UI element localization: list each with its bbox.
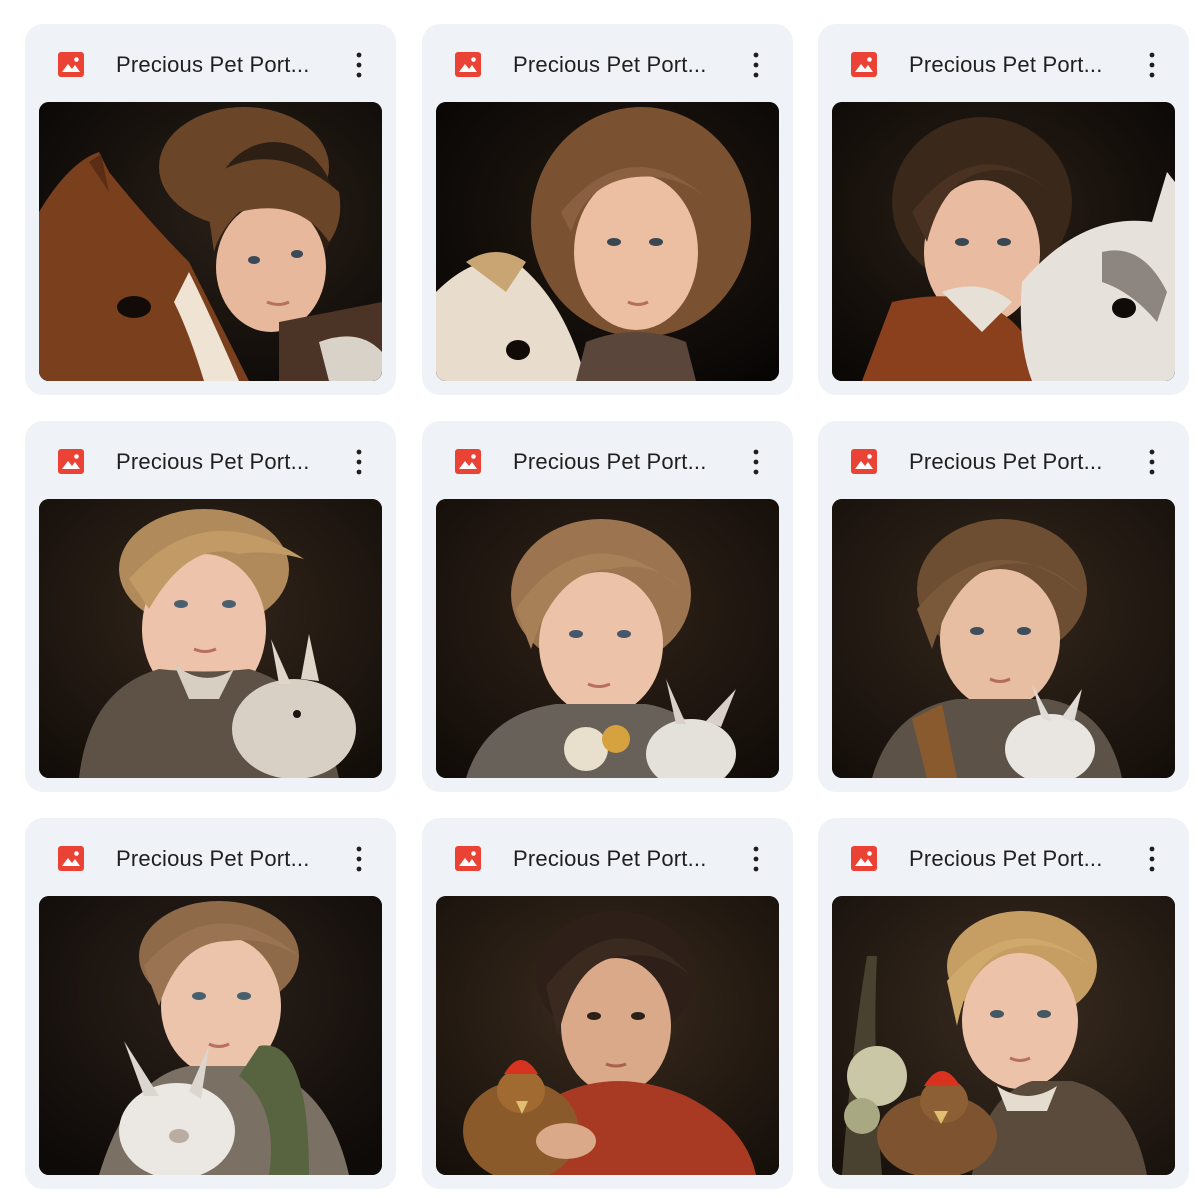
more-vertical-icon	[1149, 449, 1155, 475]
image-thumbnail[interactable]	[832, 896, 1175, 1175]
more-options-button[interactable]	[740, 445, 772, 479]
more-options-button[interactable]	[343, 445, 375, 479]
file-title[interactable]: Precious Pet Port...	[116, 51, 331, 79]
more-vertical-icon	[356, 846, 362, 872]
image-thumbnail[interactable]	[39, 102, 382, 381]
image-file-icon	[455, 52, 481, 77]
portrait-child-rabbit	[832, 499, 1175, 778]
image-file-icon	[58, 52, 84, 77]
portrait-child-pony	[832, 102, 1175, 381]
file-title[interactable]: Precious Pet Port...	[909, 51, 1124, 79]
file-card-header: Precious Pet Port...	[818, 818, 1189, 896]
image-thumbnail[interactable]	[39, 499, 382, 778]
image-thumbnail[interactable]	[436, 499, 779, 778]
more-vertical-icon	[1149, 52, 1155, 78]
portrait-child-rabbit	[39, 896, 382, 1175]
file-title[interactable]: Precious Pet Port...	[116, 845, 331, 873]
more-vertical-icon	[753, 52, 759, 78]
more-options-button[interactable]	[740, 48, 772, 82]
portrait-child-pony	[436, 102, 779, 381]
image-file-icon	[58, 449, 84, 474]
file-card[interactable]: Precious Pet Port...	[818, 818, 1189, 1189]
file-card-header: Precious Pet Port...	[25, 24, 396, 102]
file-card-header: Precious Pet Port...	[422, 421, 793, 499]
file-card[interactable]: Precious Pet Port...	[422, 818, 793, 1189]
file-title[interactable]: Precious Pet Port...	[513, 51, 728, 79]
file-card[interactable]: Precious Pet Port...	[422, 24, 793, 395]
file-title[interactable]: Precious Pet Port...	[513, 448, 728, 476]
image-thumbnail[interactable]	[436, 102, 779, 381]
file-title[interactable]: Precious Pet Port...	[909, 845, 1124, 873]
file-card-header: Precious Pet Port...	[422, 818, 793, 896]
file-card-header: Precious Pet Port...	[818, 24, 1189, 102]
image-file-icon	[851, 846, 877, 871]
portrait-child-pony	[39, 102, 382, 381]
portrait-child-rooster	[436, 896, 779, 1175]
more-vertical-icon	[753, 846, 759, 872]
file-title[interactable]: Precious Pet Port...	[909, 448, 1124, 476]
image-thumbnail[interactable]	[832, 102, 1175, 381]
image-file-icon	[851, 52, 877, 77]
portrait-child-rooster	[832, 896, 1175, 1175]
image-file-icon	[851, 449, 877, 474]
more-vertical-icon	[1149, 846, 1155, 872]
more-vertical-icon	[356, 449, 362, 475]
file-grid: Precious Pet Port... Precious Pet Port..…	[0, 0, 1198, 1198]
more-options-button[interactable]	[740, 842, 772, 876]
image-file-icon	[58, 846, 84, 871]
portrait-child-rabbit	[39, 499, 382, 778]
file-card[interactable]: Precious Pet Port...	[25, 24, 396, 395]
more-options-button[interactable]	[1136, 445, 1168, 479]
more-options-button[interactable]	[1136, 48, 1168, 82]
file-card[interactable]: Precious Pet Port...	[818, 421, 1189, 792]
more-options-button[interactable]	[343, 842, 375, 876]
image-thumbnail[interactable]	[436, 896, 779, 1175]
image-thumbnail[interactable]	[39, 896, 382, 1175]
file-title[interactable]: Precious Pet Port...	[116, 448, 331, 476]
file-card[interactable]: Precious Pet Port...	[818, 24, 1189, 395]
file-card-header: Precious Pet Port...	[25, 421, 396, 499]
file-card-header: Precious Pet Port...	[818, 421, 1189, 499]
more-vertical-icon	[356, 52, 362, 78]
file-card-header: Precious Pet Port...	[25, 818, 396, 896]
file-card-header: Precious Pet Port...	[422, 24, 793, 102]
portrait-child-rabbit	[436, 499, 779, 778]
image-file-icon	[455, 449, 481, 474]
file-card[interactable]: Precious Pet Port...	[422, 421, 793, 792]
file-title[interactable]: Precious Pet Port...	[513, 845, 728, 873]
image-thumbnail[interactable]	[832, 499, 1175, 778]
file-card[interactable]: Precious Pet Port...	[25, 421, 396, 792]
file-card[interactable]: Precious Pet Port...	[25, 818, 396, 1189]
image-file-icon	[455, 846, 481, 871]
more-options-button[interactable]	[1136, 842, 1168, 876]
more-vertical-icon	[753, 449, 759, 475]
more-options-button[interactable]	[343, 48, 375, 82]
